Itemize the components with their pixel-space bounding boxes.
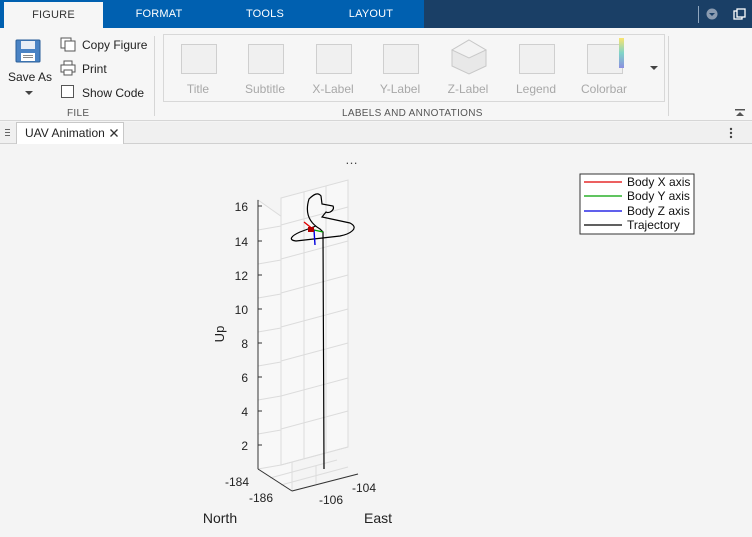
legend[interactable]: Body X axis Body Y axis Body Z axis Traj… bbox=[579, 173, 695, 235]
axes-grid bbox=[257, 179, 359, 492]
undock-icon[interactable] bbox=[733, 8, 746, 21]
separator bbox=[698, 6, 699, 23]
z-tick-label: 4 bbox=[241, 405, 248, 419]
ribbon: Save As Copy Figure Print Show Code FILE… bbox=[0, 28, 752, 121]
legend-item-body-z: Body Z axis bbox=[627, 204, 690, 218]
tab-uav-animation[interactable]: UAV Animation bbox=[16, 122, 124, 144]
tab-tools[interactable]: TOOLS bbox=[218, 0, 312, 28]
tab-bar-filler bbox=[424, 0, 752, 28]
xlabel-button[interactable]: X-Label bbox=[300, 36, 366, 100]
zlabel-label: Z-Label bbox=[447, 82, 489, 96]
collapse-ribbon-icon[interactable] bbox=[734, 108, 746, 118]
north-axis-label: North bbox=[203, 510, 237, 526]
subtitle-icon bbox=[248, 44, 284, 74]
subtitle-button[interactable]: Subtitle bbox=[232, 36, 298, 100]
tab-layout[interactable]: LAYOUT bbox=[324, 0, 418, 28]
z-tick-label: 6 bbox=[241, 371, 248, 385]
title-label: Title bbox=[186, 82, 210, 96]
save-as-dropdown-icon[interactable] bbox=[24, 90, 34, 96]
print-icon[interactable] bbox=[60, 60, 76, 76]
copy-figure-icon[interactable] bbox=[60, 37, 76, 52]
group-separator bbox=[668, 36, 669, 116]
gallery-expand-icon[interactable] bbox=[648, 64, 660, 72]
zlabel-icon bbox=[450, 39, 488, 75]
legend-item-trajectory: Trajectory bbox=[627, 218, 680, 232]
title-button[interactable]: Title bbox=[165, 36, 231, 100]
title-icon bbox=[181, 44, 217, 74]
document-tab-label: UAV Animation bbox=[25, 126, 105, 140]
document-bar-menu-icon[interactable] bbox=[4, 128, 12, 138]
show-code-checkbox[interactable] bbox=[61, 85, 74, 98]
body-z-axis-line bbox=[313, 229, 316, 246]
figure-canvas: … 16 14 12 10 8 6 4 2 -184 -186 -106 -10… bbox=[0, 144, 752, 537]
save-as-icon[interactable] bbox=[14, 38, 42, 64]
print-button[interactable]: Print bbox=[82, 62, 107, 76]
annotations-gallery: Title Subtitle X-Label Y-Label Z-Label L… bbox=[163, 34, 665, 102]
save-as-button[interactable]: Save As bbox=[8, 70, 52, 84]
uav-marker bbox=[308, 227, 314, 232]
tab-format[interactable]: FORMAT bbox=[112, 0, 206, 28]
z-tick-label: 8 bbox=[241, 337, 248, 351]
north-tick-label: -186 bbox=[249, 491, 273, 505]
close-icon[interactable] bbox=[109, 128, 119, 138]
legend-icon bbox=[519, 44, 555, 74]
tab-figure[interactable]: FIGURE bbox=[4, 0, 103, 28]
z-tick-label: 16 bbox=[235, 200, 249, 214]
xlabel-label: X-Label bbox=[312, 82, 354, 96]
show-code-label: Show Code bbox=[82, 86, 145, 100]
colorbar-button[interactable]: Colorbar bbox=[571, 36, 637, 100]
east-axis-label: East bbox=[364, 510, 392, 526]
north-tick-label: -184 bbox=[225, 475, 249, 489]
axes-toolbar-menu[interactable]: … bbox=[345, 152, 358, 167]
colorbar-icon bbox=[587, 44, 623, 74]
z-tick-label: 2 bbox=[241, 439, 248, 453]
ylabel-button[interactable]: Y-Label bbox=[367, 36, 433, 100]
annotations-group-title: LABELS AND ANNOTATIONS bbox=[342, 108, 483, 119]
ylabel-label: Y-Label bbox=[379, 82, 421, 96]
colorbar-swatch bbox=[619, 38, 624, 68]
legend-button[interactable]: Legend bbox=[503, 36, 569, 100]
document-tab-bar: UAV Animation bbox=[0, 122, 752, 144]
more-options-icon[interactable] bbox=[728, 126, 734, 140]
plot-3d-svg: … 16 14 12 10 8 6 4 2 -184 -186 -106 -10… bbox=[203, 152, 695, 526]
colorbar-label: Colorbar bbox=[580, 82, 628, 96]
east-tick-label: -104 bbox=[352, 481, 376, 495]
toolstrip-tab-bar: FIGURE FORMAT TOOLS LAYOUT bbox=[0, 0, 752, 28]
east-tick-label: -106 bbox=[319, 493, 343, 507]
file-group-title: FILE bbox=[67, 108, 90, 119]
legend-item-body-y: Body Y axis bbox=[627, 189, 690, 203]
xlabel-icon bbox=[316, 44, 352, 74]
z-tick-label: 10 bbox=[235, 303, 249, 317]
subtitle-label: Subtitle bbox=[244, 82, 286, 96]
z-tick-label: 12 bbox=[235, 269, 249, 283]
copy-figure-button[interactable]: Copy Figure bbox=[82, 38, 147, 52]
ylabel-icon bbox=[383, 44, 419, 74]
legend-item-body-x: Body X axis bbox=[627, 175, 690, 189]
z-axis-label: Up bbox=[212, 326, 227, 343]
collapse-toolstrip-icon[interactable] bbox=[706, 8, 718, 20]
group-separator bbox=[154, 36, 155, 116]
z-tick-label: 14 bbox=[235, 235, 249, 249]
legend-label: Legend bbox=[515, 82, 557, 96]
zlabel-button[interactable]: Z-Label bbox=[435, 36, 501, 100]
